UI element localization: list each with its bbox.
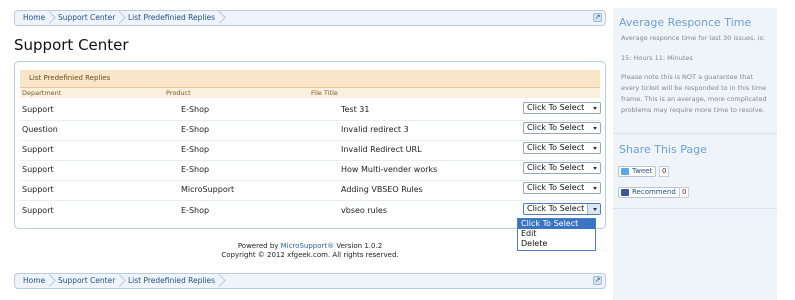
response-time-intro: Average responce time for last 30 issues… xyxy=(621,34,766,42)
row-department: Support xyxy=(22,105,54,114)
action-select-value: Click To Select xyxy=(527,163,585,172)
facebook-icon xyxy=(621,189,629,196)
row-product: E-Shop xyxy=(181,165,210,174)
breadcrumb-separator xyxy=(115,275,125,287)
response-time-title: Average Responce Time xyxy=(619,16,752,29)
column-product: Product xyxy=(166,89,191,97)
row-product: E-Shop xyxy=(181,125,210,134)
chevron-down-icon xyxy=(593,107,597,110)
replies-panel: List Predefinied Replies Department Prod… xyxy=(14,61,606,229)
recommend-label: Recommend xyxy=(632,188,676,196)
breadcrumb-separator xyxy=(45,12,55,24)
action-select-value: Click To Select xyxy=(527,183,585,192)
powered-prefix: Powered by xyxy=(237,242,281,250)
breadcrumb-support-center[interactable]: Support Center xyxy=(58,11,115,25)
table-row: Support E-Shop How Multi-vender works Cl… xyxy=(20,160,601,181)
page-title: Support Center xyxy=(14,36,129,54)
breadcrumb-separator xyxy=(215,12,225,24)
breadcrumb-separator xyxy=(215,275,225,287)
footer-copyright: Copyright © 2012 xfgeek.com. All rights … xyxy=(221,251,399,259)
breadcrumb-separator xyxy=(45,275,55,287)
footer-powered: Powered by MicroSupport® Version 1.0.2 xyxy=(14,242,606,250)
breadcrumb-home[interactable]: Home xyxy=(23,11,45,25)
table-header: Department Product File Title xyxy=(20,88,600,98)
action-select-open[interactable]: Click To Select xyxy=(523,203,601,215)
recommend-count: 0 xyxy=(679,187,690,198)
table-row: Support MicroSupport Adding VBSEO Rules … xyxy=(20,180,601,201)
chevron-down-icon xyxy=(593,187,597,190)
action-select-value: Click To Select xyxy=(527,143,585,152)
share-title: Share This Page xyxy=(619,143,707,156)
version-text: Version 1.0.2 xyxy=(334,242,383,250)
action-select[interactable]: Click To Select xyxy=(523,182,601,194)
row-product: E-Shop xyxy=(181,105,210,114)
option-click-to-select[interactable]: Click To Select xyxy=(518,219,595,229)
breadcrumb-list-replies[interactable]: List Predefinied Replies xyxy=(128,11,215,25)
action-select-value: Click To Select xyxy=(527,204,585,213)
row-department: Support xyxy=(22,206,54,215)
row-product: E-Shop xyxy=(181,145,210,154)
response-time-note: Please note this is NOT a guarantee that… xyxy=(621,73,767,114)
panel-header: List Predefinied Replies xyxy=(20,70,600,88)
row-title: Invalid Redirect URL xyxy=(341,145,422,154)
column-department: Department xyxy=(22,89,62,97)
row-title: Invalid redirect 3 xyxy=(341,125,409,134)
action-select[interactable]: Click To Select xyxy=(523,162,601,174)
action-select-value: Click To Select xyxy=(527,123,585,132)
row-department: Support xyxy=(22,185,54,194)
response-time-block: Average Responce Time Average responce t… xyxy=(613,16,777,116)
action-select[interactable]: Click To Select xyxy=(523,102,601,114)
action-select[interactable]: Click To Select xyxy=(523,142,601,154)
breadcrumb-top: Home Support Center List Predefinied Rep… xyxy=(14,10,606,26)
option-edit[interactable]: Edit xyxy=(518,229,595,239)
table-row: Support E-Shop vbseo rules Click To Sele… xyxy=(20,201,601,221)
share-block: Share This Page xyxy=(613,143,777,156)
breadcrumb-home[interactable]: Home xyxy=(23,274,45,288)
tweet-label: Tweet xyxy=(632,167,653,175)
chevron-down-icon xyxy=(593,127,597,130)
row-title: Test 31 xyxy=(341,105,370,114)
jump-to-icon[interactable]: ↗ xyxy=(593,13,602,22)
twitter-icon xyxy=(621,168,629,175)
row-department: Support xyxy=(22,145,54,154)
column-file-title: File Title xyxy=(311,89,338,97)
response-time-value: 15: Hours 11: Minutes xyxy=(621,54,693,62)
row-title: Adding VBSEO Rules xyxy=(341,185,423,194)
row-title: vbseo rules xyxy=(341,206,388,215)
action-select-value: Click To Select xyxy=(527,103,585,112)
panel-title: List Predefinied Replies xyxy=(29,74,111,82)
breadcrumb-bottom: Home Support Center List Predefinied Rep… xyxy=(14,273,606,289)
row-product: MicroSupport xyxy=(181,185,235,194)
chevron-down-icon xyxy=(593,208,597,211)
row-department: Question xyxy=(22,125,58,134)
row-department: Support xyxy=(22,165,54,174)
breadcrumb-list-replies[interactable]: List Predefinied Replies xyxy=(128,274,215,288)
sidebar-divider xyxy=(613,208,777,209)
sidebar-divider xyxy=(613,133,777,134)
jump-to-icon[interactable]: ↗ xyxy=(593,276,602,285)
breadcrumb-support-center[interactable]: Support Center xyxy=(58,274,115,288)
sidebar: Average Responce Time Average responce t… xyxy=(613,8,777,300)
row-product: E-Shop xyxy=(181,206,210,215)
table-row: Question E-Shop Invalid redirect 3 Click… xyxy=(20,120,601,141)
recommend-button[interactable]: Recommend xyxy=(618,187,680,198)
chevron-down-icon xyxy=(593,147,597,150)
breadcrumb-separator xyxy=(115,12,125,24)
chevron-down-icon xyxy=(593,167,597,170)
action-select[interactable]: Click To Select xyxy=(523,122,601,134)
row-title: How Multi-vender works xyxy=(341,165,438,174)
table-row: Support E-Shop Test 31 Click To Select xyxy=(20,100,601,121)
table-row: Support E-Shop Invalid Redirect URL Clic… xyxy=(20,140,601,161)
microsupport-link[interactable]: MicroSupport® xyxy=(281,242,335,250)
tweet-button[interactable]: Tweet xyxy=(618,166,657,177)
tweet-count: 0 xyxy=(659,166,670,177)
